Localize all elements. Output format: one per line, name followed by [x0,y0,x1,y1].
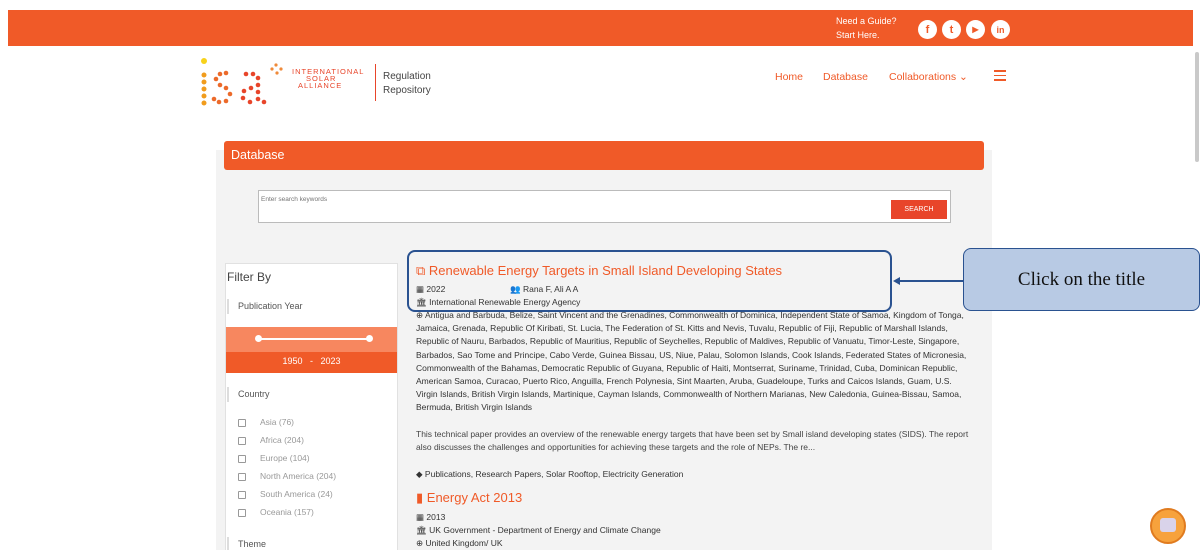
search-box: SEARCH [258,190,951,223]
repository-label-line-1: Regulation [383,71,431,82]
year-range-slider[interactable]: 1950 - 2023 [226,327,397,373]
result-year-value: 2013 [426,512,446,522]
result-tags-value: Publications, Research Papers, Solar Roo… [424,469,684,479]
result-countries-value: United Kingdom/ UK [425,538,503,548]
callout-arrow [897,280,963,282]
country-option-label: Europe (104) [260,453,310,463]
country-option-south-america[interactable]: South America (24) [238,489,333,499]
brand-name: INTERNATIONAL SOLAR ALLIANCE [292,68,364,90]
linkedin-icon[interactable]: in [991,20,1010,39]
country-option-north-america[interactable]: North America (204) [238,471,336,481]
brand-name-line-3: ALLIANCE [298,81,343,90]
page-scrollbar[interactable] [1195,52,1199,162]
globe-icon: ⊕ [416,538,424,548]
year-range-separator: - [310,356,313,366]
year-range-from: 1950 [282,356,303,366]
nav-database[interactable]: Database [823,71,868,83]
checkbox[interactable] [238,436,246,445]
theme-label: Theme [227,537,266,550]
title-highlight-box [407,250,892,312]
country-option-europe[interactable]: Europe (104) [238,453,310,463]
nav-home[interactable]: Home [775,71,803,83]
chatbot-icon[interactable] [1150,508,1186,544]
facebook-icon[interactable]: f [918,20,937,39]
guide-link[interactable]: Need a Guide? Start Here. [836,14,897,42]
country-option-label: Asia (76) [260,417,295,427]
nav-collaborations[interactable]: Collaborations ⌄ [889,71,968,83]
result-countries: ⊕ Antigua and Barbuda, Belize, Saint Vin… [416,309,971,415]
search-button[interactable]: SEARCH [891,200,947,219]
repository-label-line-2: Repository [383,85,431,96]
country-option-asia[interactable]: Asia (76) [238,417,294,427]
checkbox[interactable] [238,472,246,481]
year-range-to: 2023 [320,356,341,366]
calendar-icon: ▦ [416,512,425,522]
tag-icon: ◆ [416,469,423,479]
year-range-max-handle[interactable] [366,335,373,342]
youtube-icon[interactable]: ▶ [966,20,985,39]
result-title-link[interactable]: ▮ Energy Act 2013 [416,490,522,506]
checkbox[interactable] [238,490,246,499]
country-option-label: Africa (204) [260,435,304,445]
country-option-oceania[interactable]: Oceania (157) [238,507,314,517]
country-label: Country [227,387,270,402]
country-option-label: South America (24) [260,489,333,499]
result-description: This technical paper provides an overvie… [416,429,969,453]
year-range-track [257,338,369,340]
country-option-label: North America (204) [260,471,337,481]
result-agency-value: UK Government - Department of Energy and… [429,525,661,535]
publication-year-label: Publication Year [227,299,303,314]
country-option-africa[interactable]: Africa (204) [238,435,304,445]
robot-face [1160,518,1176,532]
database-header: Database [224,141,984,170]
twitter-icon[interactable]: t [942,20,961,39]
country-option-label: Oceania (157) [260,507,314,517]
callout-arrow-head [893,277,900,285]
result-year: ▦ 2013 [416,511,445,524]
guide-line-1: Need a Guide? [836,16,897,26]
guide-line-2: Start Here. [836,30,880,40]
checkbox[interactable] [238,418,246,427]
search-input[interactable] [261,193,861,205]
result-tags: ◆ Publications, Research Papers, Solar R… [416,468,683,481]
year-range-values: 1950 - 2023 [226,356,397,366]
checkbox[interactable] [238,508,246,517]
isa-logo[interactable] [196,55,288,110]
repository-label: Regulation Repository [383,70,431,98]
year-range-min-handle[interactable] [255,335,262,342]
filter-title: Filter By [227,270,272,284]
menu-icon[interactable] [994,70,1006,81]
result-countries: ⊕ United Kingdom/ UK [416,537,503,550]
logo-divider [375,64,376,101]
result-title: Energy Act 2013 [426,490,523,505]
top-bar [8,10,1193,46]
document-icon: ▮ [416,490,424,505]
year-range-track-area [226,327,397,352]
callout-box: Click on the title [963,248,1200,311]
result-countries-value: Antigua and Barbuda, Belize, Saint Vince… [416,310,967,413]
institution-icon: 🏛 [416,525,427,535]
checkbox[interactable] [238,454,246,463]
result-agency: 🏛 UK Government - Department of Energy a… [416,524,661,537]
